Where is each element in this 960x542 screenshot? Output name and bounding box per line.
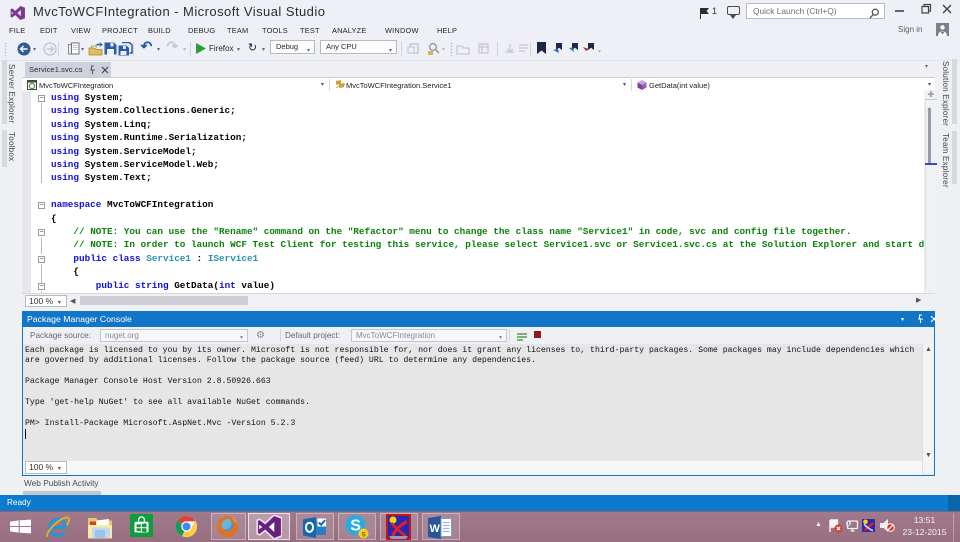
svg-text:s: s	[361, 529, 366, 539]
svg-text:W: W	[430, 523, 441, 535]
